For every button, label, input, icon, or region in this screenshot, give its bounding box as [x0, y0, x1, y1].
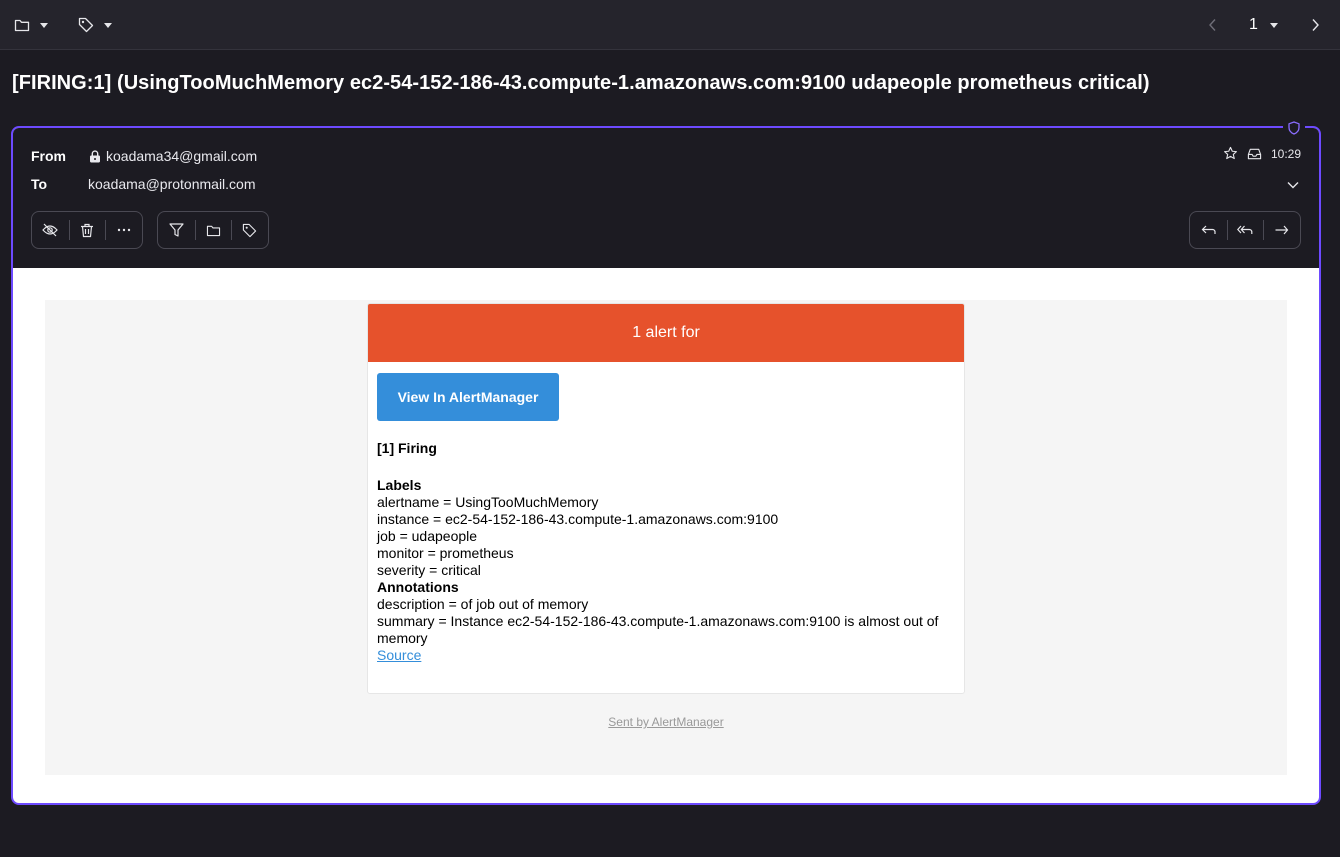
reply-all-icon [1237, 225, 1253, 234]
expand-details-button[interactable] [1287, 176, 1299, 194]
move-button[interactable] [194, 212, 232, 248]
forward-icon [1275, 225, 1289, 235]
label-line: job = udapeople [377, 528, 478, 544]
reply-button[interactable] [1190, 212, 1227, 248]
from-address[interactable]: koadama34@gmail.com [89, 148, 257, 164]
chevron-down-icon [40, 22, 48, 28]
reply-all-button[interactable] [1226, 212, 1264, 248]
star-icon[interactable] [1223, 146, 1238, 161]
label-line: severity = critical [377, 562, 481, 578]
more-actions-button[interactable] [105, 212, 142, 248]
email-subject: [FIRING:1] (UsingTooMuchMemory ec2-54-15… [12, 72, 1150, 94]
view-in-alertmanager-button[interactable]: View In AlertManager [377, 373, 559, 421]
firing-heading: [1] Firing [377, 440, 437, 456]
chevron-down-icon [1287, 182, 1299, 189]
page-select[interactable]: 1 [1249, 0, 1278, 50]
tag-icon [78, 17, 94, 33]
forward-button[interactable] [1263, 212, 1300, 248]
labels-heading: Labels [377, 477, 422, 493]
mark-unread-button[interactable] [32, 212, 69, 248]
reply-icon [1201, 225, 1216, 234]
annotation-line: summary = Instance ec2-54-152-186-43.com… [377, 613, 939, 646]
move-to-folder-button[interactable] [14, 0, 48, 50]
shield-icon [1288, 121, 1300, 135]
message-actions-group [31, 211, 143, 249]
organize-actions-group [157, 211, 269, 249]
to-address[interactable]: koadama@protonmail.com [88, 176, 256, 192]
reply-actions-group [1189, 211, 1301, 249]
top-toolbar: 1 [0, 0, 1340, 50]
folder-icon [206, 225, 220, 236]
alert-banner: 1 alert for [368, 304, 964, 362]
alert-card: 1 alert for View In AlertManager [1] Fir… [367, 303, 965, 694]
label-line: monitor = prometheus [377, 545, 514, 561]
filter-button[interactable] [158, 212, 195, 248]
eye-slash-icon [42, 223, 59, 237]
chevron-right-icon [1312, 19, 1319, 31]
message-meta: 10:29 [1223, 146, 1301, 161]
email-body: 1 alert for View In AlertManager [1] Fir… [45, 300, 1287, 775]
label-as-button[interactable] [78, 0, 112, 50]
chevron-left-icon [1209, 19, 1216, 31]
to-label: To [31, 176, 48, 192]
more-icon [117, 228, 130, 232]
next-page-button[interactable] [1310, 0, 1320, 50]
previous-page-button[interactable] [1208, 0, 1218, 50]
page-number: 1 [1249, 16, 1258, 33]
label-line: instance = ec2-54-152-186-43.compute-1.a… [377, 511, 779, 527]
chevron-down-icon [1269, 22, 1278, 28]
from-email: koadama34@gmail.com [106, 148, 258, 164]
message-container: From koadama34@gmail.com To koadama@prot… [11, 126, 1321, 805]
filter-icon [169, 223, 184, 237]
protection-badge [1283, 119, 1305, 137]
chevron-down-icon [104, 22, 112, 28]
alert-details: [1] Firing Labels alertname = UsingTooMu… [377, 440, 957, 664]
tag-icon [243, 223, 257, 237]
inbox-icon [1247, 148, 1262, 159]
annotation-line: description = of job out of memory [377, 596, 589, 612]
annotations-heading: Annotations [377, 579, 459, 595]
lock-icon [90, 149, 100, 162]
source-link[interactable]: Source [377, 647, 421, 663]
message-time: 10:29 [1270, 146, 1301, 161]
trash-icon [81, 223, 93, 237]
label-button[interactable] [231, 212, 268, 248]
trash-button[interactable] [68, 212, 106, 248]
label-line: alertname = UsingTooMuchMemory [377, 494, 599, 510]
to-email: koadama@protonmail.com [88, 176, 256, 192]
from-label: From [31, 148, 66, 164]
sent-by-link[interactable]: Sent by AlertManager [45, 715, 1287, 729]
folder-icon [14, 19, 30, 32]
message-header: From koadama34@gmail.com To koadama@prot… [13, 128, 1319, 268]
